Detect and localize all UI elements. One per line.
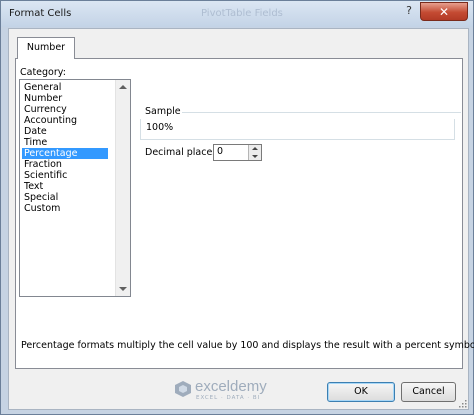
list-item-custom[interactable]: Custom [22, 203, 108, 214]
scroll-up-arrow-icon[interactable] [119, 85, 127, 89]
sample-group-line [182, 112, 461, 113]
resize-grip-icon[interactable] [459, 400, 467, 408]
list-item-fraction[interactable]: Fraction [22, 159, 108, 170]
dialog-title: Format Cells [9, 8, 72, 19]
sample-box: 100% [140, 119, 455, 140]
category-list[interactable]: General Number Currency Accounting Date … [19, 79, 131, 297]
list-item-scientific[interactable]: Scientific [22, 170, 108, 181]
format-cells-dialog: Format Cells PivotTable Fields ? ✕ Numbe… [0, 0, 474, 415]
category-scrollbar[interactable] [115, 80, 130, 296]
ok-button[interactable]: OK [327, 382, 395, 402]
category-label: Category: [20, 67, 66, 78]
help-button[interactable]: ? [399, 2, 419, 20]
list-item-percentage[interactable]: Percentage [22, 148, 108, 159]
tab-number[interactable]: Number [17, 37, 75, 59]
scroll-down-arrow-icon[interactable] [119, 287, 127, 291]
cancel-button[interactable]: Cancel [401, 382, 456, 402]
format-description: Percentage formats multiply the cell val… [21, 340, 474, 351]
watermark-tagline: EXCEL · DATA · BI [196, 395, 261, 401]
list-item-special[interactable]: Special [22, 192, 108, 203]
sample-value: 100% [146, 122, 174, 133]
spinner-buttons[interactable] [248, 145, 261, 160]
title-bar[interactable]: Format Cells PivotTable Fields ? ✕ [1, 1, 473, 27]
list-item-text[interactable]: Text [22, 181, 108, 192]
sample-label: Sample [145, 106, 181, 117]
dialog-client-area: Number Category: General Number Currency… [8, 28, 474, 410]
background-window-title: PivotTable Fields [201, 8, 283, 19]
spin-up-arrow-icon[interactable] [252, 147, 258, 150]
list-item-accounting[interactable]: Accounting [22, 115, 108, 126]
close-button[interactable]: ✕ [420, 2, 468, 21]
decimal-places-value[interactable]: 0 [217, 146, 223, 157]
number-tab-panel: Category: General Number Currency Accoun… [15, 58, 474, 369]
list-item-time[interactable]: Time [22, 137, 108, 148]
exceldemy-watermark: exceldemy EXCEL · DATA · BI [174, 378, 294, 404]
decimal-places-label: Decimal places: [145, 147, 221, 158]
list-item-currency[interactable]: Currency [22, 104, 108, 115]
list-item-number[interactable]: Number [22, 93, 108, 104]
list-item-general[interactable]: General [22, 82, 108, 93]
decimal-places-spinner[interactable]: 0 [213, 144, 262, 161]
list-item-date[interactable]: Date [22, 126, 108, 137]
exceldemy-logo-icon [175, 381, 191, 397]
watermark-name: exceldemy [195, 378, 267, 395]
spin-down-arrow-icon[interactable] [252, 155, 258, 158]
